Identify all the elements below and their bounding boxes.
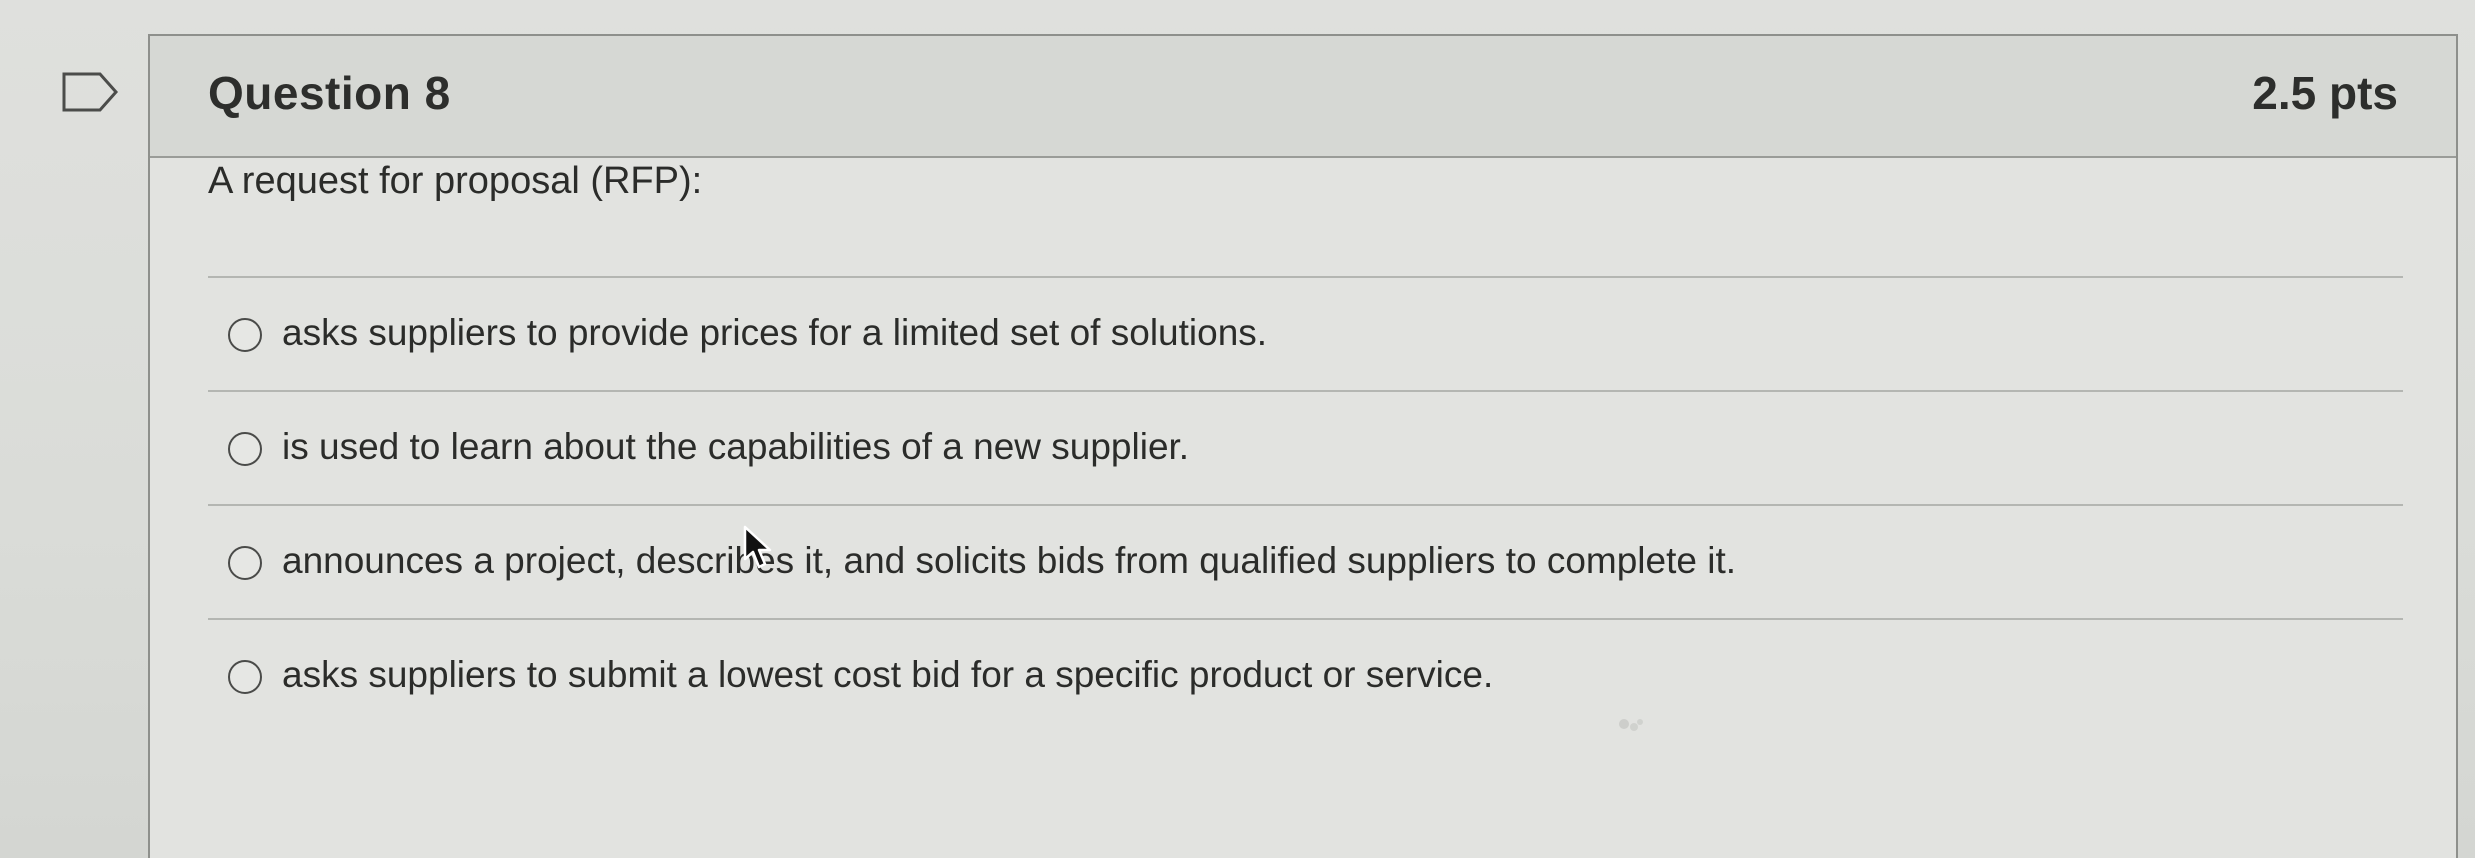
- answer-label[interactable]: announces a project, describes it, and s…: [282, 540, 1736, 582]
- question-points: 2.5 pts: [2252, 67, 2398, 119]
- question-prompt: A request for proposal (RFP):: [208, 160, 703, 202]
- smudge-decoration: [1619, 719, 1643, 731]
- answer-label[interactable]: asks suppliers to submit a lowest cost b…: [282, 654, 1493, 696]
- radio-button[interactable]: [228, 660, 262, 694]
- radio-button[interactable]: [228, 318, 262, 352]
- mouse-pointer-icon: [743, 525, 772, 569]
- question-card: Question 8 2.5 pts A request for proposa…: [148, 34, 2458, 858]
- flag-question-icon[interactable]: [60, 70, 120, 114]
- radio-button[interactable]: [228, 546, 262, 580]
- answer-option[interactable]: announces a project, describes it, and s…: [208, 504, 2403, 618]
- quiz-page: Question 8 2.5 pts A request for proposa…: [0, 0, 2475, 858]
- answer-label[interactable]: asks suppliers to provide prices for a l…: [282, 312, 1267, 354]
- answer-option[interactable]: asks suppliers to provide prices for a l…: [208, 276, 2403, 390]
- question-header: Question 8 2.5 pts: [150, 36, 2456, 158]
- answer-list: asks suppliers to provide prices for a l…: [208, 276, 2403, 732]
- answer-option[interactable]: is used to learn about the capabilities …: [208, 390, 2403, 504]
- radio-button[interactable]: [228, 432, 262, 466]
- answer-label[interactable]: is used to learn about the capabilities …: [282, 426, 1189, 468]
- answer-option[interactable]: asks suppliers to submit a lowest cost b…: [208, 618, 2403, 732]
- question-title: Question 8: [208, 67, 451, 119]
